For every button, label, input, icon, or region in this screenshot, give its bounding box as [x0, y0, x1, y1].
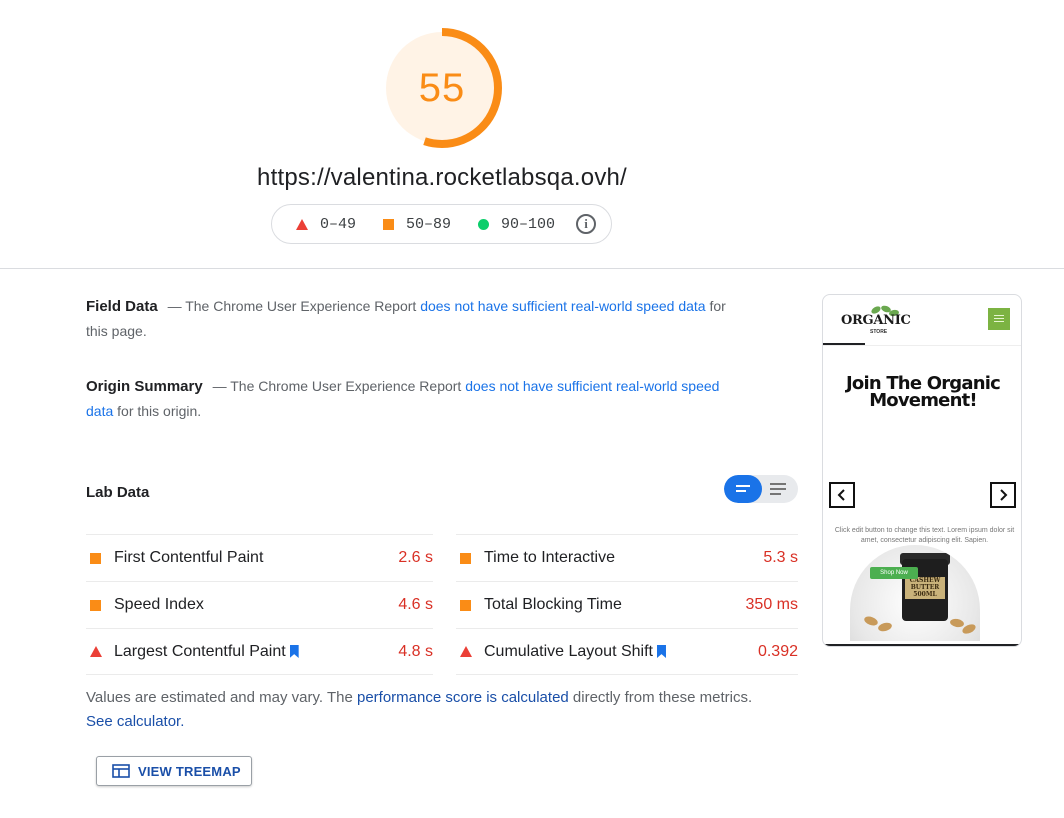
metric-row: Largest Contentful Paint 4.8 s: [86, 628, 433, 675]
metric-name: First Contentful Paint: [114, 549, 264, 566]
metric-name: Speed Index: [114, 596, 204, 613]
origin-summary-text-after: for this origin.: [117, 403, 202, 419]
legend-average: 50–89: [383, 216, 451, 233]
metrics-column-left: First Contentful Paint 2.6 s Speed Index…: [86, 534, 433, 675]
hero-heading: Join The Organic Movement!: [823, 375, 1021, 411]
metric-value: 5.3 s: [763, 549, 798, 566]
score-calculated-link[interactable]: performance score is calculated: [357, 689, 569, 706]
average-square-icon: [90, 552, 101, 564]
slide-text: Click edit button to change this text. L…: [834, 527, 1015, 544]
average-square-icon: [90, 599, 101, 611]
expanded-view-icon-bar1[interactable]: [770, 483, 786, 485]
tested-url: https://valentina.rocketlabsqa.ovh/: [257, 164, 627, 191]
logo-text: ORGANIC: [841, 313, 911, 328]
metric-value: 2.6 s: [398, 549, 433, 566]
metric-name: Largest Contentful Paint: [114, 642, 286, 660]
organic-store-logo: ORGANIC STORE: [841, 304, 911, 337]
metrics-view-toggle[interactable]: [724, 475, 798, 503]
score-legend: 0–49 50–89 90–100 i: [271, 204, 612, 244]
product-image: CASHEW BUTTER 500ML Shop Now: [850, 545, 980, 641]
final-screenshot-thumbnail: ORGANIC STORE Join The Organic Movement!…: [822, 294, 1022, 647]
score-value: 55: [418, 66, 466, 110]
origin-summary-text-before: — The Chrome User Experience Report: [212, 378, 462, 394]
performance-score-gauge: 55: [382, 28, 502, 148]
metric-value: 350 ms: [745, 596, 798, 613]
metric-name: Cumulative Layout Shift: [484, 642, 653, 660]
legend-average-label: 50–89: [406, 215, 452, 233]
average-square-icon: [460, 552, 471, 564]
pass-circle-icon: [478, 218, 490, 230]
legend-pass-label: 90–100: [501, 215, 556, 233]
bookmark-icon[interactable]: [656, 645, 666, 658]
legend-pass: 90–100: [478, 216, 555, 233]
metric-row: First Contentful Paint 2.6 s: [86, 534, 433, 581]
metric-name: Time to Interactive: [484, 549, 616, 566]
view-treemap-label: VIEW TREEMAP: [138, 763, 241, 779]
see-calculator-link[interactable]: See calculator.: [86, 713, 184, 730]
metric-row: Speed Index 4.6 s: [86, 581, 433, 628]
logo-subtext: STORE: [870, 329, 888, 335]
legend-fail-label: 0–49: [320, 215, 357, 233]
toggle-compact-view[interactable]: [724, 475, 762, 503]
shop-now-button: Shop Now: [870, 567, 918, 579]
note-text-before: Values are estimated and may vary. The: [86, 689, 353, 706]
metric-value: 4.6 s: [398, 596, 433, 613]
fail-triangle-icon: [296, 218, 308, 230]
expanded-view-icon-bar3: [770, 493, 781, 495]
slider-prev-arrow-icon: [829, 482, 855, 508]
metric-row: Time to Interactive 5.3 s: [456, 534, 798, 581]
metric-value: 0.392: [757, 642, 798, 660]
lab-data-title: Lab Data: [86, 484, 150, 501]
field-data-link[interactable]: does not have sufficient real-world spee…: [420, 298, 705, 314]
jar-label: CASHEW BUTTER 500ML: [905, 577, 945, 599]
compact-view-icon-bar1: [736, 485, 750, 487]
metric-row: Cumulative Layout Shift 0.392: [456, 628, 798, 675]
hamburger-menu-icon: [988, 308, 1010, 330]
metric-name: Total Blocking Time: [484, 596, 622, 613]
thumb-header-divider: [823, 345, 1021, 346]
origin-summary-section: Origin Summary — The Chrome User Experie…: [86, 374, 736, 423]
treemap-icon: [112, 764, 130, 778]
hero-line-2: Movement!: [869, 390, 977, 411]
average-square-icon: [383, 218, 395, 230]
origin-summary-title: Origin Summary: [86, 378, 203, 395]
field-data-section: Field Data — The Chrome User Experience …: [86, 294, 736, 343]
metric-value: 4.8 s: [398, 642, 433, 660]
average-square-icon: [460, 599, 471, 611]
compact-view-icon-bar2: [736, 490, 746, 492]
fail-triangle-icon: [460, 646, 472, 657]
expanded-view-icon-bar2: [770, 488, 786, 490]
field-data-title: Field Data: [86, 298, 158, 315]
estimate-note: Values are estimated and may vary. The p…: [86, 686, 766, 734]
slider-next-arrow-icon: [990, 482, 1016, 508]
fail-triangle-icon: [90, 646, 102, 657]
legend-fail: 0–49: [296, 216, 356, 233]
note-text-middle: directly from these metrics.: [572, 689, 753, 706]
field-data-text-before: — The Chrome User Experience Report: [167, 298, 417, 314]
metric-row: Total Blocking Time 350 ms: [456, 581, 798, 628]
bookmark-icon[interactable]: [289, 645, 299, 658]
info-icon[interactable]: i: [576, 214, 597, 234]
view-treemap-button[interactable]: VIEW TREEMAP: [96, 756, 252, 786]
header-divider: [0, 268, 1064, 269]
metrics-column-right: Time to Interactive 5.3 s Total Blocking…: [456, 534, 798, 675]
